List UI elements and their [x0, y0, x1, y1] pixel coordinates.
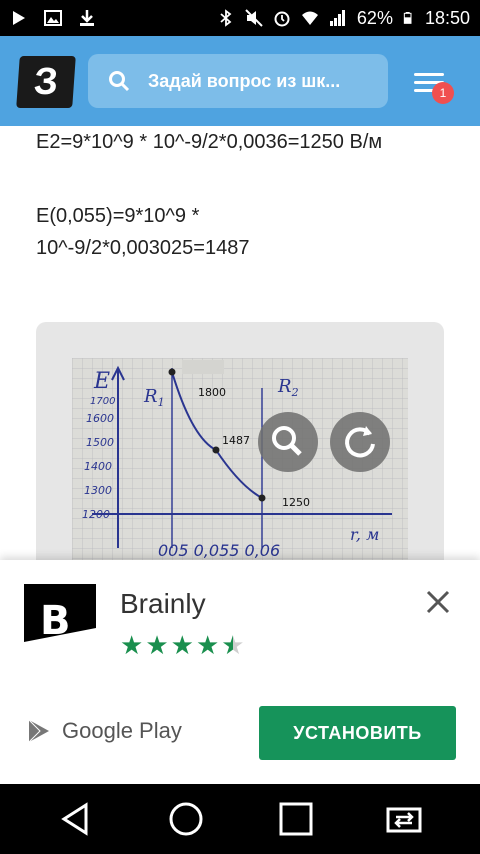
star-icon: ★ — [195, 630, 220, 660]
answer-line: Е(0,055)=9*10^9 * — [36, 205, 200, 227]
alarm-icon — [274, 11, 290, 27]
y-tick: 1300 — [84, 484, 112, 497]
home-icon[interactable] — [168, 801, 204, 837]
logo-text: З — [32, 60, 60, 103]
x-axis-label: r, м — [350, 525, 379, 544]
battery-level: 62% — [356, 7, 393, 28]
half-star-icon: ★ — [221, 630, 245, 660]
y-axis-label: E — [93, 369, 110, 394]
y-tick: 1400 — [84, 460, 112, 473]
system-nav-bar — [0, 784, 480, 854]
store-name: Google Play — [62, 718, 182, 743]
value-label: 1487 — [222, 434, 250, 447]
hamburger-icon — [414, 73, 444, 76]
zoom-button[interactable] — [258, 412, 318, 472]
download-icon — [80, 10, 94, 26]
install-button[interactable]: УСТАНОВИТЬ — [259, 706, 456, 760]
brainly-app-icon[interactable]: B — [24, 584, 96, 656]
back-icon[interactable] — [58, 801, 94, 837]
google-play-label: Google Play — [26, 718, 182, 744]
recent-apps-icon[interactable] — [278, 801, 314, 837]
y-tick: 1500 — [86, 436, 114, 449]
rotate-button[interactable] — [330, 412, 390, 472]
answer-line: 10^-9/2*0,003025=1487 — [36, 237, 250, 259]
search-input[interactable]: Задай вопрос из шк... — [88, 54, 388, 108]
search-placeholder: Задай вопрос из шк... — [148, 70, 341, 91]
bluetooth-icon — [220, 9, 232, 27]
signal-icon — [329, 10, 345, 26]
y-tick: 1600 — [86, 412, 114, 425]
svg-text:B: B — [40, 598, 71, 644]
star-icon: ★ — [120, 630, 144, 660]
attachment-card[interactable]: E 1700 1600 1500 1400 1300 1200 R1 R2 18… — [36, 322, 444, 582]
answer-content: Е2=9*10^9 * 10^-9/2*0,0036=1250 В/м Е(0,… — [36, 126, 456, 264]
battery-icon — [403, 12, 412, 24]
rating-stars: ★ ★ ★ ★ ★ — [120, 630, 245, 661]
clock: 18:50 — [424, 7, 470, 28]
rotate-icon — [345, 426, 375, 458]
close-icon[interactable] — [424, 588, 452, 616]
google-play-icon — [28, 719, 49, 743]
menu-button[interactable]: 1 — [414, 68, 454, 104]
search-icon — [109, 71, 130, 92]
ad-app-name: Brainly — [120, 588, 206, 619]
image-icon — [44, 10, 62, 26]
app-install-banner: B Brainly ★ ★ ★ ★ ★ Google Play УСТАНОВИ… — [0, 560, 480, 784]
x-ticks: 005 0,055 0,06 — [158, 541, 280, 560]
status-bar: 62% 18:50 — [0, 0, 480, 36]
star-icon: ★ — [170, 630, 194, 660]
y-tick: 1700 — [90, 396, 115, 407]
brainly-logo[interactable]: З — [16, 56, 76, 108]
value-label: 1800 — [198, 386, 226, 399]
zoom-icon — [272, 426, 302, 456]
notification-badge: 1 — [432, 82, 454, 104]
app-header: З Задай вопрос из шк... 1 — [0, 36, 480, 126]
value-label: 1250 — [282, 496, 310, 509]
attachment-photo[interactable]: E 1700 1600 1500 1400 1300 1200 R1 R2 18… — [72, 358, 408, 582]
screen-switch-icon[interactable] — [386, 801, 422, 837]
mute-icon — [245, 9, 263, 27]
wifi-icon — [301, 11, 318, 25]
answer-line: Е2=9*10^9 * 10^-9/2*0,0036=1250 В/м — [36, 131, 383, 153]
star-icon: ★ — [145, 630, 169, 660]
y-tick: 1200 — [82, 508, 110, 521]
play-icon — [13, 11, 25, 25]
